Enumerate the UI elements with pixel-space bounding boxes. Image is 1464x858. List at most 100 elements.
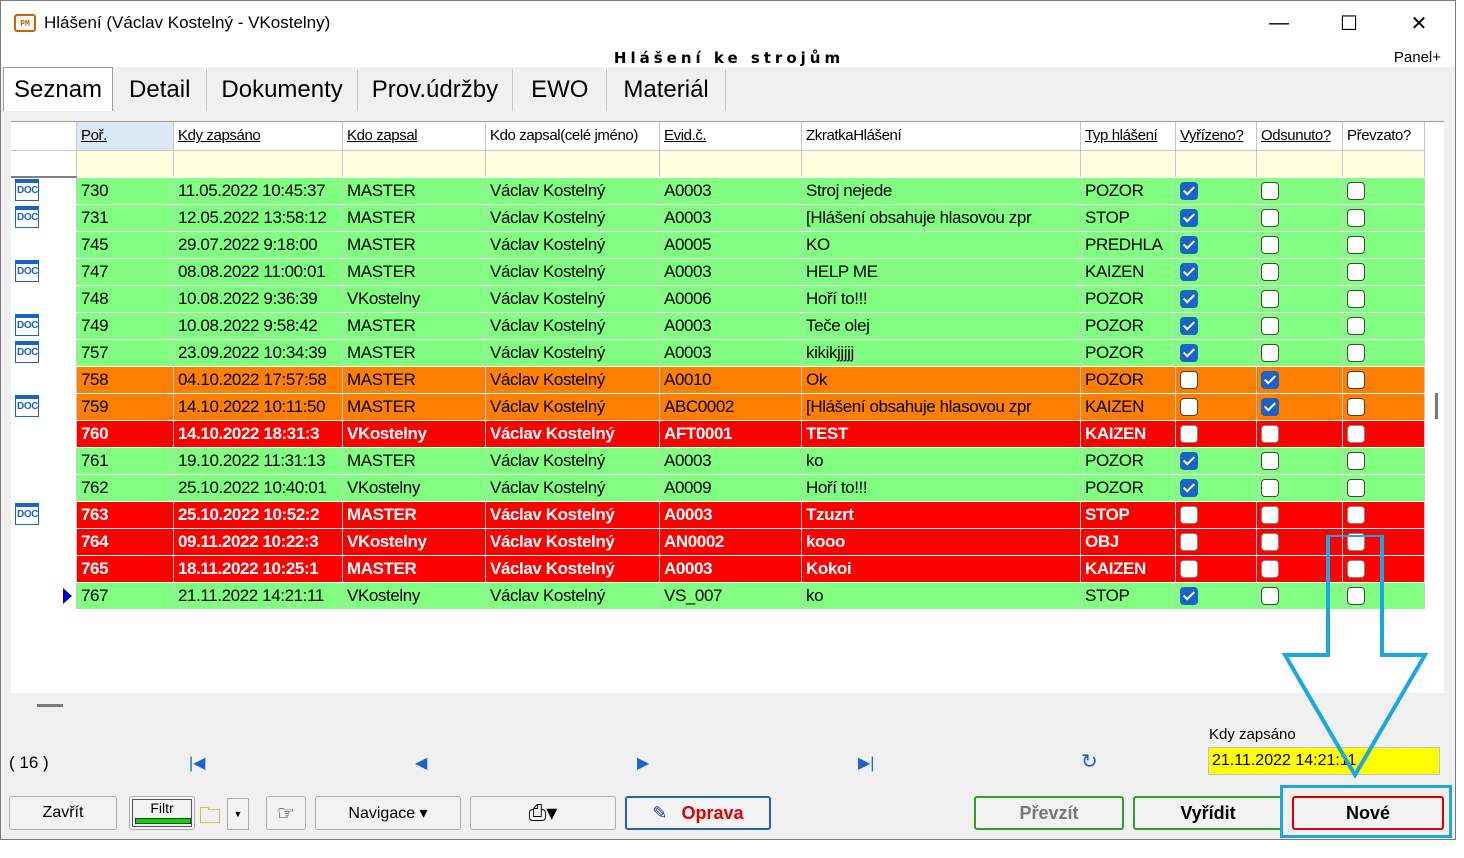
odsunuto-checkbox[interactable] <box>1261 587 1279 606</box>
table-row[interactable]: 748 10.08.2022 9:36:39 VKostelny Václav Kos… <box>11 285 1425 313</box>
folder-dropdown-icon[interactable]: ▼ <box>227 798 249 830</box>
table-row[interactable]: 767 21.11.2022 14:21:11 VKostelny Václav Ko… <box>11 582 1425 610</box>
cell-typ[interactable]: POZOR <box>1080 366 1176 394</box>
cell-evid[interactable]: ABC0002 <box>659 393 802 421</box>
odsunuto-checkbox[interactable] <box>1261 317 1279 336</box>
vyrizeno-checkbox[interactable] <box>1180 533 1198 552</box>
odsunuto-checkbox[interactable] <box>1261 506 1279 525</box>
cell-evid[interactable]: AFT0001 <box>659 420 802 448</box>
cell-jmeno[interactable]: Václav Kostelný <box>485 339 660 367</box>
cell-jmeno[interactable]: Václav Kostelný <box>485 582 660 610</box>
prevzato-checkbox[interactable] <box>1347 344 1365 363</box>
filter-button[interactable]: Filtr <box>129 796 195 830</box>
cell-zkratka[interactable]: Hoří to!!! <box>801 474 1081 502</box>
vyrizeno-checkbox[interactable] <box>1180 560 1198 579</box>
cell-evid[interactable]: A0003 <box>659 258 802 286</box>
cell-jmeno[interactable]: Václav Kostelný <box>485 366 660 394</box>
vyrizeno-checkbox[interactable] <box>1180 479 1198 498</box>
cell-kdy[interactable]: 04.10.2022 17:57:58 <box>173 366 343 394</box>
prevzato-checkbox[interactable] <box>1347 236 1365 255</box>
column-header-kdy[interactable]: Kdy zapsáno <box>173 122 343 151</box>
prevzato-checkbox[interactable] <box>1347 209 1365 228</box>
vyrizeno-checkbox[interactable] <box>1180 209 1198 228</box>
records-grid[interactable]: Poř. Kdy zapsáno Kdo zapsal Kdo zapsal(c… <box>11 121 1444 693</box>
cell-zkratka[interactable]: [Hlášení obsahuje hlasovou zpr <box>801 204 1081 232</box>
cell-kdo[interactable]: MASTER <box>342 393 486 421</box>
cell-por[interactable]: 761 <box>76 447 174 475</box>
cell-typ[interactable]: POZOR <box>1080 339 1176 367</box>
table-row[interactable]: DOC 730 11.05.2022 10:45:37 MASTER Václav Ko… <box>11 177 1425 205</box>
cell-zkratka[interactable]: Ok <box>801 366 1081 394</box>
vyrizeno-checkbox[interactable] <box>1180 290 1198 309</box>
table-row[interactable]: 760 14.10.2022 18:31:3 VKostelny Václav Kos… <box>11 420 1425 448</box>
filter-cell[interactable] <box>1080 150 1176 178</box>
cell-kdo[interactable]: VKostelny <box>342 420 486 448</box>
cell-zkratka[interactable]: Kokoi <box>801 555 1081 583</box>
cell-kdo[interactable]: VKostelny <box>342 474 486 502</box>
cell-kdy[interactable]: 10.08.2022 9:58:42 <box>173 312 343 340</box>
filter-cell[interactable] <box>1175 150 1257 178</box>
vyrizeno-checkbox[interactable] <box>1180 182 1198 201</box>
odsunuto-checkbox[interactable] <box>1261 182 1279 201</box>
column-header-por[interactable]: Poř. <box>76 122 174 151</box>
odsunuto-checkbox[interactable] <box>1261 236 1279 255</box>
odsunuto-checkbox[interactable] <box>1261 263 1279 282</box>
cell-kdy[interactable]: 23.09.2022 10:34:39 <box>173 339 343 367</box>
odsunuto-checkbox[interactable] <box>1261 371 1279 390</box>
cell-zkratka[interactable]: Teče olej <box>801 312 1081 340</box>
prevzit-button[interactable]: Převzít <box>974 796 1124 830</box>
table-row[interactable]: 764 09.11.2022 10:22:3 VKostelny Václav Kos… <box>11 528 1425 556</box>
table-row[interactable]: DOC 747 08.08.2022 11:00:01 MASTER Václav Ko… <box>11 258 1425 286</box>
cell-por[interactable]: 749 <box>76 312 174 340</box>
table-row[interactable]: 765 18.11.2022 10:25:1 MASTER Václav Kostel… <box>11 555 1425 583</box>
column-header-odsunuto[interactable]: Odsunuto? <box>1256 122 1343 151</box>
cell-jmeno[interactable]: Václav Kostelný <box>485 258 660 286</box>
cell-typ[interactable]: STOP <box>1080 582 1176 610</box>
cell-typ[interactable]: KAIZEN <box>1080 555 1176 583</box>
filter-cell[interactable] <box>1342 150 1425 178</box>
cell-zkratka[interactable]: kikikjjjjj <box>801 339 1081 367</box>
prevzato-checkbox[interactable] <box>1347 290 1365 309</box>
maximize-icon[interactable]: ☐ <box>1326 9 1372 37</box>
cell-zkratka[interactable]: kooo <box>801 528 1081 556</box>
filter-cell[interactable] <box>342 150 486 178</box>
row-indicator[interactable]: DOC <box>11 258 77 286</box>
next-record-icon[interactable]: ▶ <box>637 753 649 773</box>
cell-jmeno[interactable]: Václav Kostelný <box>485 231 660 259</box>
vertical-scrollbar[interactable] <box>1435 393 1438 419</box>
cell-zkratka[interactable]: ko <box>801 582 1081 610</box>
first-record-icon[interactable]: |◀ <box>189 753 205 773</box>
minimize-icon[interactable]: — <box>1256 9 1302 37</box>
cell-zkratka[interactable]: Stroj nejede <box>801 177 1081 205</box>
cell-por[interactable]: 745 <box>76 231 174 259</box>
cell-kdy[interactable]: 19.10.2022 11:31:13 <box>173 447 343 475</box>
cell-por[interactable]: 767 <box>76 582 174 610</box>
document-icon[interactable]: DOC <box>15 341 39 363</box>
prevzato-checkbox[interactable] <box>1347 263 1365 282</box>
vyrizeno-checkbox[interactable] <box>1180 344 1198 363</box>
document-icon[interactable]: DOC <box>15 260 39 282</box>
row-indicator[interactable] <box>11 555 77 583</box>
table-row[interactable]: DOC 757 23.09.2022 10:34:39 MASTER Václav Ko… <box>11 339 1425 367</box>
horizontal-scrollbar[interactable] <box>37 704 63 707</box>
row-indicator[interactable] <box>11 582 77 610</box>
prevzato-checkbox[interactable] <box>1347 425 1365 444</box>
cell-kdy[interactable]: 18.11.2022 10:25:1 <box>173 555 343 583</box>
cell-evid[interactable]: A0003 <box>659 447 802 475</box>
cell-por[interactable]: 765 <box>76 555 174 583</box>
cell-zkratka[interactable]: ko <box>801 447 1081 475</box>
vyrizeno-checkbox[interactable] <box>1180 236 1198 255</box>
cell-por[interactable]: 758 <box>76 366 174 394</box>
cell-jmeno[interactable]: Václav Kostelný <box>485 501 660 529</box>
cell-jmeno[interactable]: Václav Kostelný <box>485 285 660 313</box>
odsunuto-checkbox[interactable] <box>1261 533 1279 552</box>
cell-kdo[interactable]: MASTER <box>342 366 486 394</box>
cell-evid[interactable]: AN0002 <box>659 528 802 556</box>
filter-cell[interactable] <box>1256 150 1343 178</box>
prevzato-checkbox[interactable] <box>1347 506 1365 525</box>
cell-kdo[interactable]: MASTER <box>342 312 486 340</box>
cell-kdo[interactable]: VKostelny <box>342 285 486 313</box>
prevzato-checkbox[interactable] <box>1347 398 1365 417</box>
prevzato-checkbox[interactable] <box>1347 317 1365 336</box>
row-indicator[interactable] <box>11 366 77 394</box>
